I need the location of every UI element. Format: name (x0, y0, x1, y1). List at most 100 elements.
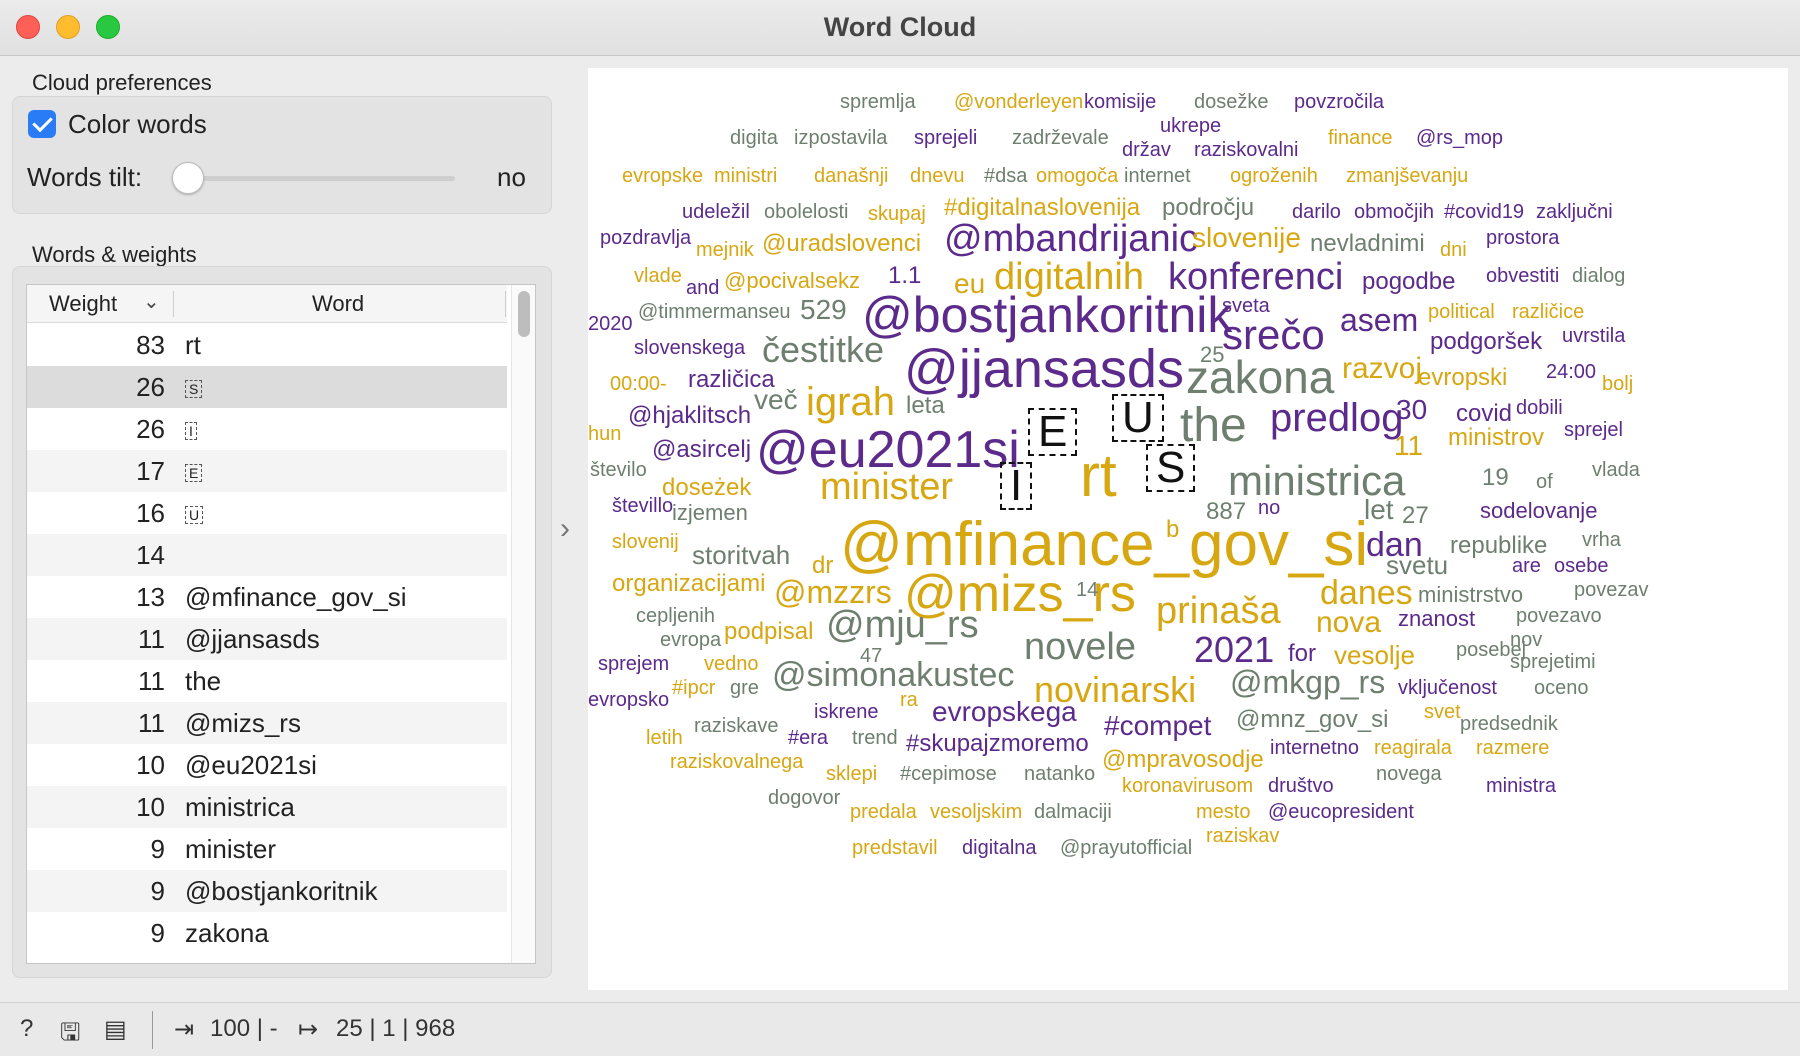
cloud-word[interactable]: vlade (634, 266, 682, 286)
cloud-word[interactable]: ra (900, 690, 918, 710)
cloud-word[interactable]: mesto (1196, 802, 1250, 822)
cloud-word[interactable]: leta (906, 394, 945, 418)
cloud-word[interactable]: nov (1510, 630, 1542, 650)
cloud-word[interactable]: @mnz_gov_si (1236, 708, 1388, 732)
cloud-word[interactable]: predlog (1270, 398, 1403, 438)
cloud-word[interactable]: reagirala (1374, 738, 1452, 758)
cloud-word[interactable]: igrah (806, 382, 895, 422)
cloud-word[interactable]: asem (1340, 304, 1418, 336)
cloud-word[interactable]: @mkgp_rs (1230, 666, 1385, 698)
cloud-word[interactable]: novele (1024, 628, 1136, 666)
table-scrollbar[interactable] (511, 285, 535, 963)
help-icon[interactable]: ? (20, 1015, 33, 1043)
cloud-word[interactable]: covid (1456, 402, 1512, 426)
cloud-word[interactable]: razmere (1476, 738, 1549, 758)
cloud-word[interactable]: evropske (622, 166, 703, 186)
cloud-word[interactable]: dalmaciji (1034, 802, 1112, 822)
table-row[interactable]: 11 @jjansasds (27, 618, 507, 660)
cloud-word[interactable]: gre (730, 678, 759, 698)
cloud-word[interactable]: čestitke (762, 332, 884, 368)
cloud-word[interactable]: izpostavila (794, 128, 887, 148)
cloud-word[interactable]: mejnik (696, 240, 754, 260)
cloud-word[interactable]: minister (820, 468, 953, 506)
cloud-word[interactable]: slovenije (1192, 224, 1301, 252)
cloud-word[interactable]: več (754, 386, 798, 414)
cloud-word[interactable]: zadrževale (1012, 128, 1109, 148)
cloud-word[interactable]: E (1028, 408, 1078, 456)
cloud-word[interactable]: @mbandrijanic (944, 220, 1198, 258)
cloud-word[interactable]: spremlja (840, 92, 916, 112)
cloud-word[interactable]: udeležil (682, 202, 750, 222)
cloud-word[interactable]: različice (1512, 302, 1584, 322)
cloud-word[interactable]: povezavo (1516, 606, 1602, 626)
cloud-word[interactable]: #skupajzmoremo (906, 732, 1089, 756)
cloud-word[interactable]: cepljenih (636, 606, 715, 626)
cloud-word[interactable]: dosežke (1194, 92, 1269, 112)
table-row[interactable]: 11 @mizs_rs (27, 702, 507, 744)
cloud-word[interactable]: 14 (1076, 580, 1098, 600)
cloud-word[interactable]: internet (1124, 166, 1191, 186)
cloud-word[interactable]: bolj (1602, 374, 1633, 394)
cloud-word[interactable]: obvestiti (1486, 266, 1559, 286)
cloud-word[interactable]: digita (730, 128, 778, 148)
table-row[interactable]: 14 (27, 534, 507, 576)
cloud-word[interactable]: 1.1 (888, 264, 921, 288)
cloud-word[interactable]: #covid19 (1444, 202, 1524, 222)
cloud-word[interactable]: danes (1320, 576, 1413, 610)
cloud-word[interactable]: predala (850, 802, 917, 822)
cloud-word[interactable]: zakona (1186, 354, 1334, 400)
cloud-word[interactable]: evropskega (932, 698, 1077, 726)
cloud-word[interactable]: držav (1122, 140, 1171, 160)
cloud-word[interactable]: vrha (1582, 530, 1621, 550)
cloud-word[interactable]: darilo (1292, 202, 1341, 222)
cloud-word[interactable]: storitvah (692, 542, 790, 568)
table-row[interactable]: 83 rt (27, 324, 507, 366)
cloud-word[interactable]: obolelosti (764, 202, 849, 222)
cloud-word[interactable]: področju (1162, 196, 1254, 220)
cloud-word[interactable]: doseżek (662, 476, 751, 500)
color-words-option[interactable]: Color words (28, 108, 207, 140)
cloud-word[interactable]: razvoj (1342, 354, 1422, 384)
cloud-word[interactable]: društvo (1268, 776, 1334, 796)
cloud-word[interactable]: @bostjankoritnik (862, 290, 1232, 340)
cloud-word[interactable]: ministra (1486, 776, 1556, 796)
cloud-word[interactable]: izjemen (672, 502, 748, 524)
cloud-word[interactable]: dobili (1516, 398, 1563, 418)
cloud-word[interactable]: are (1512, 556, 1541, 576)
color-words-checkbox[interactable] (28, 110, 56, 138)
cloud-word[interactable]: sklepi (826, 764, 877, 784)
cloud-word[interactable]: dnevu (910, 166, 965, 186)
cloud-word[interactable]: @jjansasds (904, 342, 1184, 396)
cloud-word[interactable]: sprejetimi (1510, 652, 1596, 672)
cloud-word[interactable]: of (1536, 472, 1553, 492)
cloud-word[interactable]: 27 (1402, 504, 1429, 528)
collapse-panel-chevron-icon[interactable]: › (560, 512, 570, 546)
cloud-word[interactable]: @asircelj (652, 438, 751, 462)
cloud-word[interactable]: pogodbe (1362, 270, 1455, 294)
cloud-word[interactable]: podgoršek (1430, 330, 1542, 354)
cloud-word[interactable]: ministri (714, 166, 777, 186)
cloud-word[interactable]: vedno (704, 654, 759, 674)
cloud-word[interactable]: @pocivalsekz (724, 270, 860, 292)
cloud-word[interactable]: evropsko (588, 690, 669, 710)
cloud-word[interactable]: ministrov (1448, 426, 1544, 450)
cloud-word[interactable]: I (1000, 462, 1033, 510)
cloud-word[interactable]: @hjaklitsch (628, 404, 751, 428)
save-icon[interactable]: 🖫 (60, 1015, 80, 1056)
cloud-word[interactable]: @rs_mop (1416, 128, 1503, 148)
table-scrollbar-thumb[interactable] (518, 291, 530, 337)
cloud-word[interactable]: 2020 (588, 314, 633, 334)
words-tilt-slider-handle[interactable] (172, 162, 204, 194)
cloud-word[interactable]: zmanjševanju (1346, 166, 1468, 186)
cloud-word[interactable]: skupaj (868, 204, 926, 224)
cloud-word[interactable]: dogovor (768, 788, 840, 808)
cloud-word[interactable]: število (590, 460, 647, 480)
table-row[interactable]: 10 ministrica (27, 786, 507, 828)
cloud-word[interactable]: vključenost (1398, 678, 1497, 698)
table-row[interactable]: 26 I (27, 408, 507, 450)
cloud-word[interactable]: 30 (1396, 396, 1427, 424)
cloud-word[interactable]: and (686, 278, 719, 298)
table-row[interactable]: 16 U (27, 492, 507, 534)
cloud-word[interactable]: @eucopresident (1268, 802, 1414, 822)
cloud-word[interactable]: 24:00 (1546, 362, 1596, 382)
